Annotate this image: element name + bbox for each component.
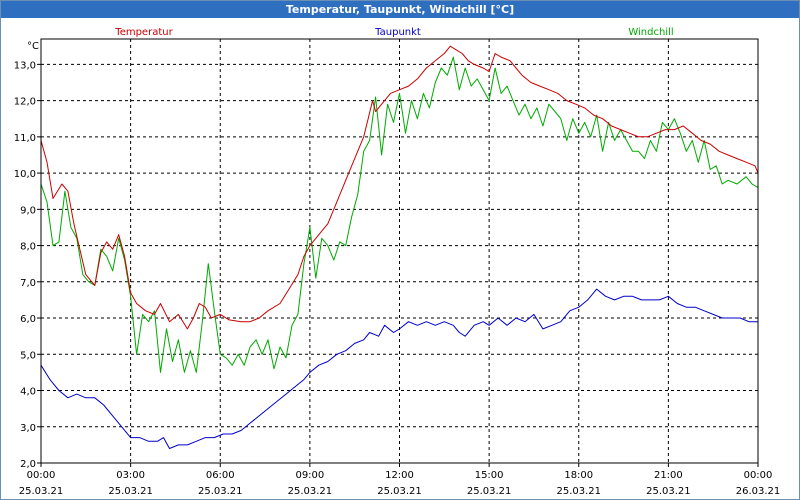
y-tick-label: 11,0 <box>14 133 36 144</box>
x-tick-time: 06:00 <box>206 470 235 481</box>
x-tick-date: 25.03.21 <box>377 486 422 497</box>
x-tick-date: 25.03.21 <box>19 486 64 497</box>
x-axis: 00:00 25.03.21 03:00 25.03.21 06:00 25.03.21 0… <box>19 463 781 497</box>
chart-window: Temperatur, Taupunkt, Windchill [°C] 2,0… <box>0 0 800 500</box>
line-chart: 2,0 3,0 4,0 5,0 6,0 7,0 8,0 9,0 10,0 11,0 12,0 13,0… <box>14 27 781 497</box>
x-tick-time: 18:00 <box>564 470 593 481</box>
y-axis: 2,0 3,0 4,0 5,0 6,0 7,0 8,0 9,0 10,0 11,0 12,0 13,0 <box>14 60 41 470</box>
x-tick-date: 25.03.21 <box>288 486 333 497</box>
y-tick-label: 10,0 <box>14 169 36 180</box>
legend-taupunkt: Taupunkt <box>374 27 421 38</box>
legend-windchill: Windchill <box>628 27 673 38</box>
y-tick-label: 2,0 <box>20 459 36 470</box>
x-tick-time: 12:00 <box>385 470 414 481</box>
x-tick-date: 25.03.21 <box>556 486 601 497</box>
y-tick-label: 4,0 <box>20 387 36 398</box>
y-axis-label: °C <box>27 41 39 52</box>
y-tick-label: 13,0 <box>14 60 36 71</box>
y-tick-label: 5,0 <box>20 350 36 361</box>
y-tick-label: 8,0 <box>20 242 36 253</box>
x-tick-time: 15:00 <box>475 470 504 481</box>
x-tick-date: 26.03.21 <box>736 486 781 497</box>
legend: Temperatur Taupunkt Windchill <box>114 27 673 38</box>
x-tick-time: 21:00 <box>654 470 683 481</box>
x-tick-date: 25.03.21 <box>467 486 512 497</box>
x-tick-date: 25.03.21 <box>108 486 153 497</box>
x-tick-time: 09:00 <box>295 470 324 481</box>
x-tick-time: 03:00 <box>116 470 145 481</box>
y-tick-label: 7,0 <box>20 278 36 289</box>
y-tick-label: 12,0 <box>14 97 36 108</box>
x-tick-time: 00:00 <box>27 470 56 481</box>
y-tick-label: 6,0 <box>20 314 36 325</box>
x-tick-date: 25.03.21 <box>646 486 691 497</box>
y-tick-label: 3,0 <box>20 423 36 434</box>
y-tick-label: 9,0 <box>20 205 36 216</box>
x-tick-time: 00:00 <box>744 470 773 481</box>
grid-lines <box>41 39 758 464</box>
x-tick-date: 25.03.21 <box>198 486 243 497</box>
legend-temperatur: Temperatur <box>114 27 173 38</box>
